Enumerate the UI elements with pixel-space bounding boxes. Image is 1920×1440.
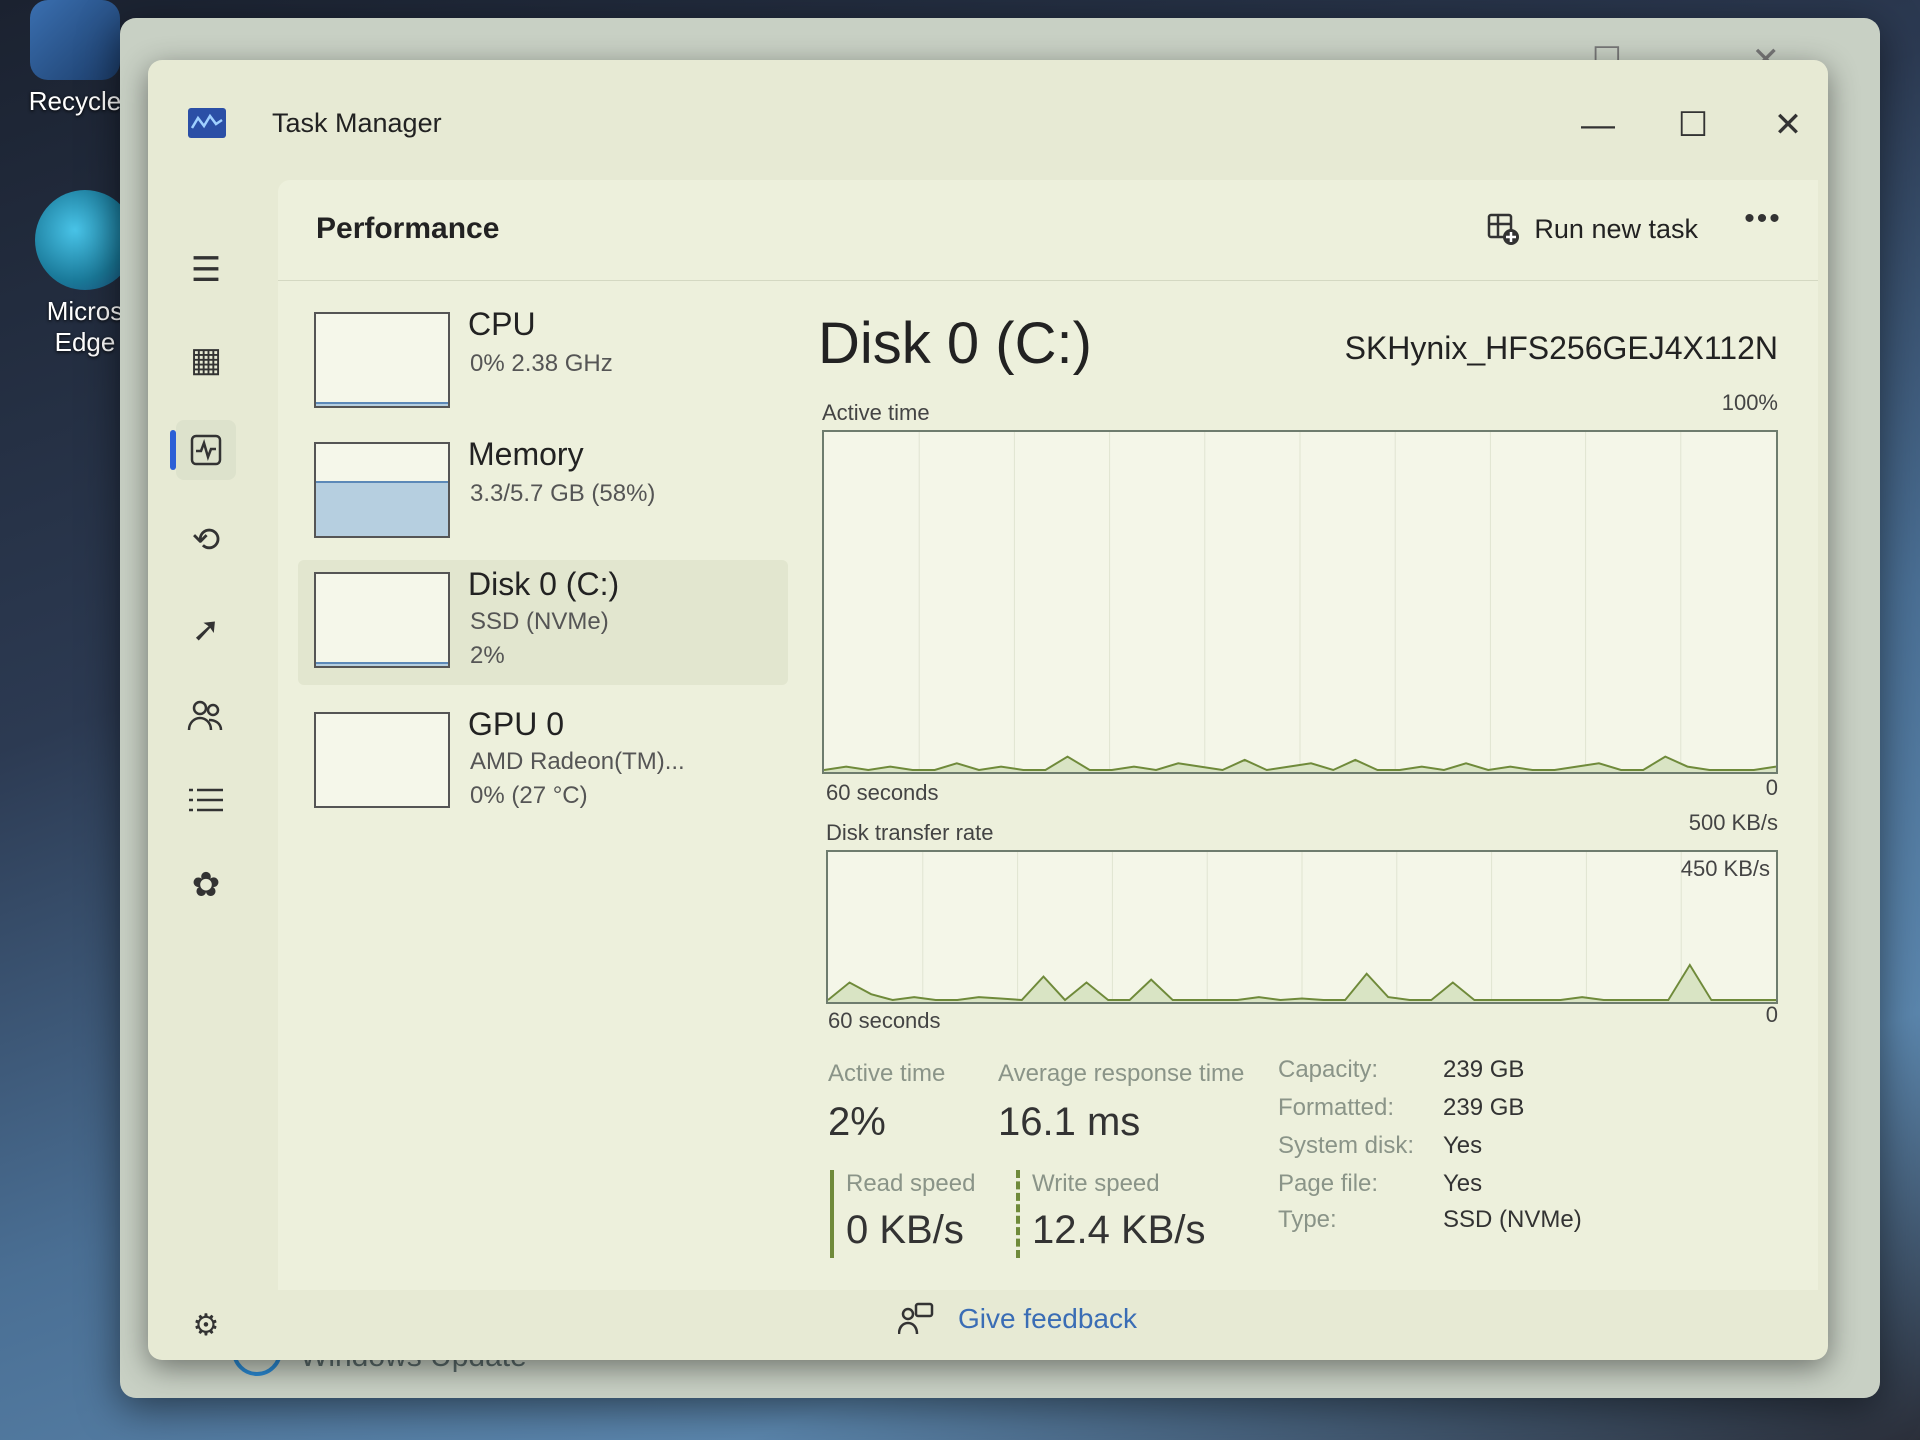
run-new-task-button[interactable]: Run new task	[1486, 204, 1698, 254]
perf-item-gpu-0[interactable]: GPU 0 AMD Radeon(TM)... 0% (27 °C)	[298, 700, 788, 825]
active-time-graph-duration: 60 seconds	[826, 780, 939, 805]
nav-sidebar: ☰ ▦ ⟲ ➚ ✿ ⚙	[148, 180, 278, 1360]
perf-item-name: GPU 0	[468, 706, 565, 742]
title-bar[interactable]: Task Manager — ☐ ✕	[148, 60, 1828, 180]
feedback-icon	[898, 1302, 934, 1335]
active-time-graph-label: Active time	[822, 400, 930, 425]
system-disk-label: System disk:	[1278, 1132, 1415, 1159]
more-options-button[interactable]: •••	[1728, 202, 1798, 252]
footer: Give feedback	[148, 1290, 1828, 1360]
write-speed-indicator	[1016, 1170, 1020, 1258]
transfer-rate-chart	[828, 852, 1776, 1002]
active-time-value: 2%	[828, 1100, 886, 1144]
transfer-graph-label: Disk transfer rate	[826, 820, 994, 845]
processes-icon[interactable]: ▦	[176, 330, 236, 390]
capacity-value: 239 GB	[1443, 1056, 1525, 1083]
cpu-thumbnail-fill	[316, 402, 448, 406]
maximize-button[interactable]: ☐	[1658, 90, 1728, 160]
perf-item-cpu[interactable]: CPU 0% 2.38 GHz	[298, 300, 788, 420]
details-icon[interactable]	[176, 770, 236, 830]
perf-item-name: CPU	[468, 306, 536, 342]
desktop-icon-label: Recycle	[28, 86, 122, 116]
active-time-graph-max: 100%	[1721, 390, 1778, 415]
services-icon[interactable]: ✿	[176, 855, 236, 915]
disk-stats: Active time 2% Average response time 16.…	[828, 1056, 1778, 1290]
cpu-thumbnail	[314, 312, 450, 408]
avg-response-value: 16.1 ms	[998, 1100, 1141, 1144]
gpu-thumbnail	[314, 712, 450, 808]
read-speed-label: Read speed	[846, 1170, 976, 1197]
active-time-chart	[824, 432, 1776, 772]
type-value: SSD (NVMe)	[1443, 1206, 1582, 1233]
active-time-graph-min: 0	[1765, 775, 1778, 800]
page-file-label: Page file:	[1278, 1170, 1379, 1197]
run-new-task-label: Run new task	[1534, 213, 1698, 244]
formatted-label: Formatted:	[1278, 1094, 1395, 1121]
disk-thumbnail	[314, 572, 450, 668]
window-title: Task Manager	[272, 108, 442, 138]
transfer-rate-graph: 450 KB/s	[826, 850, 1778, 1004]
system-disk-value: Yes	[1443, 1132, 1483, 1159]
page-title: Performance	[316, 212, 500, 245]
transfer-graph-duration: 60 seconds	[828, 1008, 941, 1033]
active-time-graph	[822, 430, 1778, 774]
transfer-graph-ref: 450 KB/s	[1680, 856, 1770, 881]
transfer-graph-min: 0	[1765, 1002, 1778, 1027]
run-new-task-icon	[1488, 213, 1520, 245]
performance-icon[interactable]	[176, 420, 236, 480]
write-speed-value: 12.4 KB/s	[1032, 1208, 1206, 1252]
perf-item-usage: 0% (27 °C)	[470, 782, 588, 809]
formatted-value: 239 GB	[1443, 1094, 1525, 1121]
give-feedback-label: Give feedback	[958, 1303, 1137, 1334]
memory-thumbnail-fill	[316, 480, 448, 536]
transfer-graph-max: 500 KB/s	[1688, 810, 1778, 835]
users-glyph-icon	[187, 700, 223, 731]
desktop-icon-recycle-bin[interactable]: Recycle	[20, 0, 130, 117]
disk-detail-panel: Disk 0 (C:) SKHynix_HFS256GEJ4X112N Acti…	[818, 290, 1778, 1290]
close-button[interactable]: ✕	[1753, 90, 1823, 160]
perf-item-disk-0[interactable]: Disk 0 (C:) SSD (NVMe) 2%	[298, 560, 788, 685]
perf-item-name: Disk 0 (C:)	[468, 566, 620, 602]
task-manager-window: Task Manager — ☐ ✕ ☰ ▦ ⟲ ➚ ✿ ⚙ Performan…	[148, 60, 1828, 1360]
page-header: Performance Run new task •••	[278, 180, 1818, 281]
active-time-label: Active time	[828, 1060, 946, 1087]
give-feedback-link[interactable]: Give feedback	[898, 1302, 1137, 1336]
read-speed-indicator	[830, 1170, 834, 1258]
perf-item-detail: AMD Radeon(TM)...	[470, 748, 685, 775]
details-list-icon	[189, 788, 223, 812]
write-speed-label: Write speed	[1032, 1170, 1160, 1197]
perf-item-detail: 3.3/5.7 GB (58%)	[470, 480, 656, 507]
read-speed-value: 0 KB/s	[846, 1208, 964, 1252]
startup-apps-icon[interactable]: ➚	[176, 600, 236, 660]
performance-graph-icon	[190, 434, 222, 466]
task-manager-app-icon	[188, 108, 226, 138]
disk-thumbnail-fill	[316, 662, 448, 666]
perf-item-memory[interactable]: Memory 3.3/5.7 GB (58%)	[298, 430, 788, 550]
app-history-icon[interactable]: ⟲	[176, 510, 236, 570]
perf-item-detail: SSD (NVMe)	[470, 608, 609, 635]
memory-thumbnail	[314, 442, 450, 538]
minimize-button[interactable]: —	[1563, 90, 1633, 160]
hamburger-menu-icon[interactable]: ☰	[176, 240, 236, 300]
perf-item-usage: 2%	[470, 642, 505, 669]
desktop-icon-label: Micros Edge	[46, 296, 124, 357]
capacity-label: Capacity:	[1278, 1056, 1379, 1083]
page-file-value: Yes	[1443, 1170, 1483, 1197]
avg-response-label: Average response time	[998, 1060, 1245, 1087]
users-icon[interactable]	[176, 685, 236, 745]
performance-page: Performance Run new task ••• CPU 0% 2.38…	[278, 180, 1818, 1290]
type-label: Type:	[1278, 1206, 1337, 1233]
perf-item-name: Memory	[468, 436, 584, 472]
recycle-bin-icon	[30, 0, 120, 80]
perf-item-detail: 0% 2.38 GHz	[470, 350, 613, 377]
disk-title: Disk 0 (C:)	[818, 311, 1092, 376]
disk-model: SKHynix_HFS256GEJ4X112N	[1344, 330, 1778, 366]
